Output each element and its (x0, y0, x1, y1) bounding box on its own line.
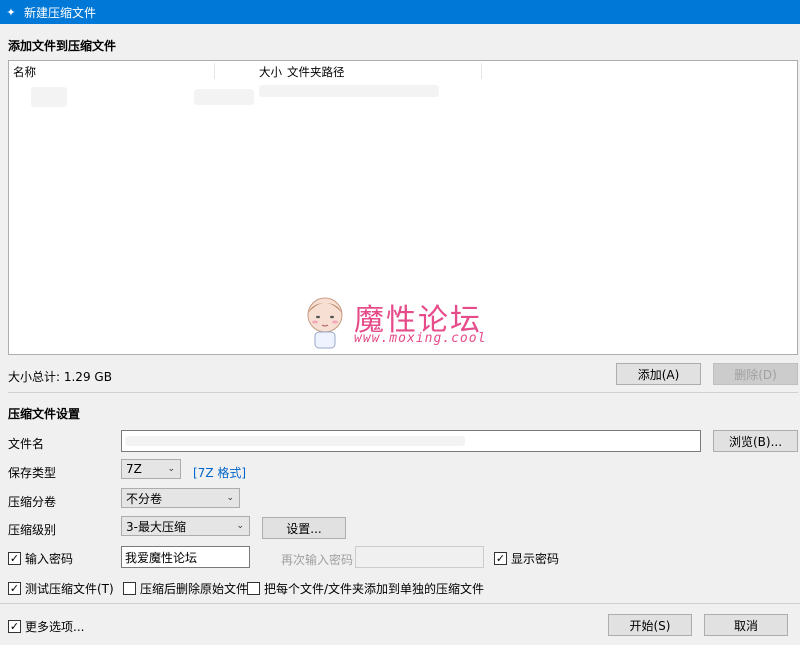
password-checkbox[interactable]: ✓ 输入密码 (8, 550, 73, 567)
checkbox-checked-icon: ✓ (8, 620, 21, 633)
filename-label: 文件名 (8, 437, 45, 451)
checkbox-checked-icon: ✓ (494, 552, 507, 565)
checkbox-unchecked-icon (247, 582, 260, 595)
compression-level-select[interactable]: 3-最大压缩 ⌄ (121, 516, 250, 536)
column-path[interactable]: 文件夹路径 (287, 64, 345, 80)
show-password-label: 显示密码 (511, 552, 560, 566)
each-separate-checkbox[interactable]: 把每个文件/文件夹添加到单独的压缩文件 (247, 580, 484, 597)
add-files-section-title: 添加文件到压缩文件 (8, 39, 117, 53)
show-password-checkbox[interactable]: ✓ 显示密码 (494, 550, 559, 567)
blurred-filename (125, 436, 465, 446)
browse-button[interactable]: 浏览(B)... (713, 430, 798, 452)
column-divider (214, 63, 215, 79)
save-type-label: 保存类型 (8, 466, 57, 480)
split-volume-value: 不分卷 (126, 491, 163, 506)
reenter-password-label: 再次输入密码 (281, 553, 354, 567)
more-options-checkbox[interactable]: ✓ 更多选项... (8, 618, 84, 635)
column-size[interactable]: 大小 (259, 64, 282, 80)
size-total-label: 大小总计: 1.29 GB (8, 370, 112, 384)
save-type-select[interactable]: 7Z ⌄ (121, 459, 181, 479)
reenter-password-input[interactable] (355, 546, 484, 568)
password-checkbox-label: 输入密码 (25, 552, 74, 566)
compression-level-value: 3-最大压缩 (126, 519, 186, 534)
compression-level-label: 压缩级别 (8, 523, 57, 537)
save-type-value: 7Z (126, 462, 142, 476)
window-title: 新建压缩文件 (24, 5, 97, 20)
split-volume-select[interactable]: 不分卷 ⌄ (121, 488, 240, 508)
split-volume-label: 压缩分卷 (8, 495, 57, 509)
add-button[interactable]: 添加(A) (616, 363, 701, 385)
delete-after-label: 压缩后删除原始文件 (140, 582, 249, 596)
footer-divider (0, 603, 800, 604)
test-archive-checkbox[interactable]: ✓ 测试压缩文件(T) (8, 580, 114, 597)
password-value: 我爱魔性论坛 (125, 550, 198, 565)
blurred-file-row (259, 85, 439, 97)
column-name[interactable]: 名称 (13, 64, 36, 80)
file-list-header: 名称 大小 文件夹路径 (9, 61, 797, 81)
checkbox-checked-icon: ✓ (8, 552, 21, 565)
each-separate-label: 把每个文件/文件夹添加到单独的压缩文件 (264, 582, 485, 596)
blurred-file-row (194, 89, 254, 105)
title-bar: ✦ 新建压缩文件 (0, 0, 800, 24)
format-link[interactable]: [7Z 格式] (193, 464, 246, 481)
mascot-icon (307, 297, 343, 349)
app-icon: ✦ (6, 5, 16, 19)
settings-button[interactable]: 设置... (262, 517, 346, 539)
test-archive-label: 测试压缩文件(T) (25, 582, 114, 596)
delete-button[interactable]: 删除(D) (713, 363, 798, 385)
blurred-file-row (31, 87, 67, 107)
section-divider (8, 392, 798, 393)
watermark-url: www.moxing.cool (354, 331, 487, 346)
checkbox-unchecked-icon (123, 582, 136, 595)
start-button[interactable]: 开始(S) (608, 614, 692, 636)
cancel-button[interactable]: 取消 (704, 614, 788, 636)
delete-after-checkbox[interactable]: 压缩后删除原始文件 (123, 580, 248, 597)
watermark-logo: 魔性论坛 www.moxing.cool (302, 295, 502, 355)
archive-settings-title: 压缩文件设置 (8, 407, 81, 421)
more-options-label: 更多选项... (25, 620, 85, 634)
column-divider (481, 63, 482, 79)
chevron-down-icon: ⌄ (236, 521, 244, 531)
chevron-down-icon: ⌄ (167, 464, 175, 474)
chevron-down-icon: ⌄ (226, 493, 234, 503)
password-input[interactable]: 我爱魔性论坛 (121, 546, 250, 568)
filename-input[interactable] (121, 430, 701, 452)
checkbox-checked-icon: ✓ (8, 582, 21, 595)
